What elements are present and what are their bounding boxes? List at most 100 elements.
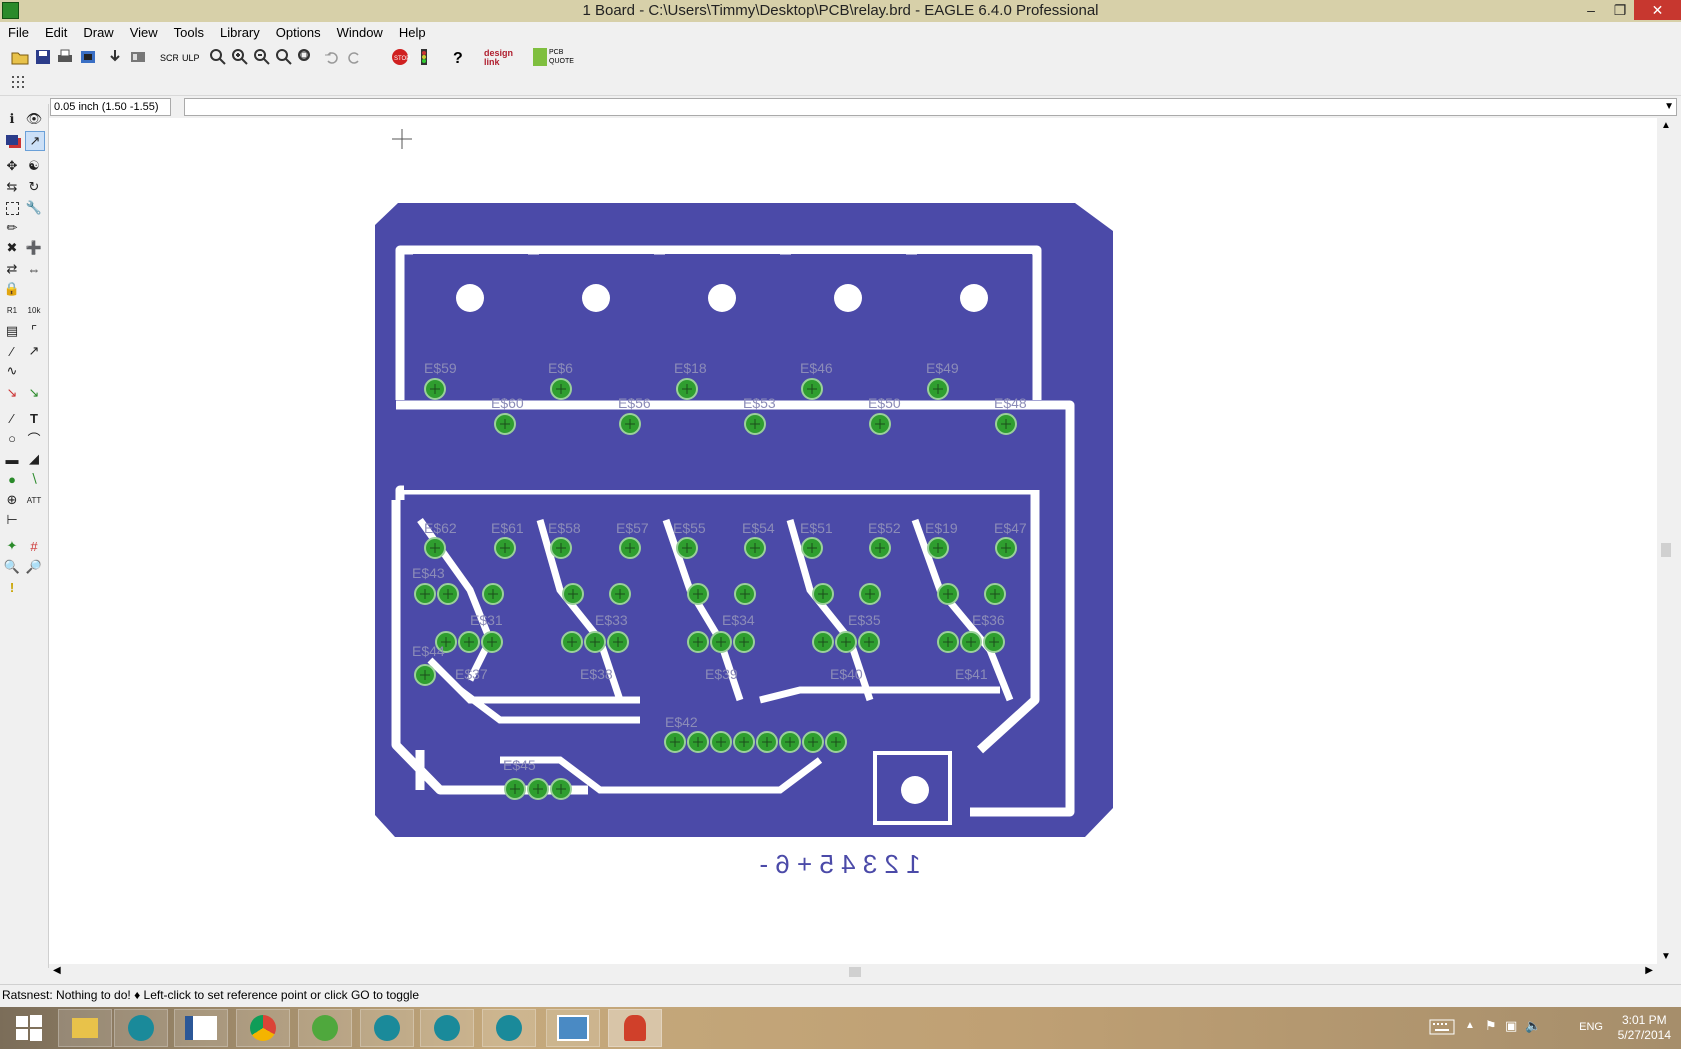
value-icon[interactable]: 10k: [25, 301, 43, 319]
text-icon[interactable]: T: [25, 409, 43, 427]
via-icon[interactable]: ●: [3, 470, 21, 488]
redo-icon[interactable]: [344, 47, 364, 67]
route-icon[interactable]: ↘: [3, 384, 21, 402]
circle-icon[interactable]: ○: [3, 429, 21, 447]
vertical-scroll-thumb[interactable]: [1661, 543, 1671, 557]
eagle-icon[interactable]: [608, 1009, 662, 1047]
add-icon[interactable]: ➕: [25, 239, 43, 257]
ratsnest-icon[interactable]: ✦: [3, 537, 21, 555]
language-indicator[interactable]: ENG: [1579, 1021, 1603, 1033]
ripup-icon[interactable]: ↘: [25, 384, 43, 402]
rotate-icon[interactable]: ↻: [25, 178, 43, 196]
arduino-icon-4[interactable]: [482, 1009, 536, 1047]
copy-icon[interactable]: ☯: [25, 157, 43, 175]
scroll-down-icon[interactable]: ▼: [1661, 951, 1671, 962]
photos-icon[interactable]: [546, 1009, 600, 1047]
scroll-up-icon[interactable]: ▲: [1661, 120, 1671, 131]
name-icon[interactable]: R1: [3, 301, 21, 319]
chevron-down-icon[interactable]: ▼: [1664, 99, 1674, 115]
autorouter-icon[interactable]: #: [25, 537, 43, 555]
close-button[interactable]: ✕: [1634, 0, 1681, 20]
move-icon[interactable]: ✥: [3, 157, 21, 175]
display-layers-icon[interactable]: [3, 131, 21, 149]
open-icon[interactable]: [10, 47, 30, 67]
restore-button[interactable]: ❐: [1606, 0, 1634, 20]
print-icon[interactable]: [55, 47, 75, 67]
minimize-button[interactable]: –: [1576, 0, 1606, 20]
delete-icon[interactable]: ✖: [3, 239, 21, 257]
notes-icon[interactable]: [174, 1009, 228, 1047]
paste-icon[interactable]: ✏: [3, 219, 21, 237]
menu-options[interactable]: Options: [268, 22, 329, 43]
script-icon[interactable]: SCR: [158, 47, 178, 67]
scroll-left-icon[interactable]: ◀: [53, 965, 61, 976]
start-button[interactable]: [2, 1009, 56, 1047]
command-line-input[interactable]: ▼: [184, 98, 1677, 116]
ulp-icon[interactable]: [128, 47, 148, 67]
mark-icon[interactable]: ↗: [25, 131, 45, 151]
optimize-icon[interactable]: ↗: [25, 342, 43, 360]
stop-icon[interactable]: STOP: [390, 47, 410, 67]
cam-icon[interactable]: [78, 47, 98, 67]
help-icon[interactable]: ?: [448, 47, 468, 67]
menu-draw[interactable]: Draw: [75, 22, 121, 43]
undo-icon[interactable]: [322, 47, 342, 67]
network-icon[interactable]: ▣: [1505, 1018, 1517, 1034]
flag-icon[interactable]: ⚑: [1485, 1018, 1497, 1034]
volume-icon[interactable]: 🔈: [1525, 1018, 1541, 1034]
zoom-out-icon[interactable]: [252, 47, 272, 67]
go-icon[interactable]: [414, 47, 434, 67]
split-icon[interactable]: ∕: [3, 342, 21, 360]
erc-icon[interactable]: !: [3, 578, 21, 596]
zoom-redraw-icon[interactable]: [274, 47, 294, 67]
save-icon[interactable]: [33, 47, 53, 67]
attribute-icon[interactable]: ATT: [25, 491, 43, 509]
design-link-icon[interactable]: design link: [484, 49, 526, 67]
wire-icon[interactable]: ∕: [3, 409, 21, 427]
replace-icon[interactable]: ⇄: [3, 260, 21, 278]
board-canvas[interactable]: E$59 E$6 E$18 E$46 E$49 E$60 E$56 E$53 E…: [49, 118, 1657, 964]
horizontal-scrollbar[interactable]: ◀ ▶: [49, 964, 1657, 980]
lock-icon[interactable]: 🔒: [3, 280, 21, 298]
ulp-run-icon[interactable]: ULP: [180, 47, 200, 67]
mirror-icon[interactable]: ⇆: [3, 178, 21, 196]
rect-icon[interactable]: ▬: [3, 450, 21, 468]
horizontal-scroll-thumb[interactable]: [849, 967, 861, 977]
arduino-icon-3[interactable]: [420, 1009, 474, 1047]
change-icon[interactable]: 🔧: [25, 199, 43, 217]
zoom-select-icon[interactable]: [296, 47, 316, 67]
meander-icon[interactable]: ∿: [3, 362, 21, 380]
utorrent-icon[interactable]: [298, 1009, 352, 1047]
menu-edit[interactable]: Edit: [37, 22, 75, 43]
hole-icon[interactable]: ⊕: [3, 491, 21, 509]
menu-file[interactable]: File: [0, 22, 37, 43]
grid-icon[interactable]: [10, 74, 28, 92]
pinswap-icon[interactable]: ⇔: [25, 260, 43, 278]
pcb-quote-icon[interactable]: PCB QUOTE: [533, 48, 589, 66]
info-icon[interactable]: ℹ: [3, 110, 21, 128]
miter-icon[interactable]: ⌜: [25, 322, 43, 340]
menu-library[interactable]: Library: [212, 22, 268, 43]
group-icon[interactable]: [3, 199, 21, 217]
zoom-in-icon[interactable]: [230, 47, 250, 67]
show-icon[interactable]: 👁: [25, 110, 43, 128]
arduino-icon-2[interactable]: [360, 1009, 414, 1047]
show-hidden-icon[interactable]: ▲: [1465, 1020, 1475, 1031]
menu-help[interactable]: Help: [391, 22, 434, 43]
dimension-icon[interactable]: ⊢: [3, 511, 21, 529]
arc-icon[interactable]: ⌒: [25, 429, 43, 447]
zoom-fit-icon[interactable]: [208, 47, 228, 67]
errors-icon[interactable]: 🔎: [25, 558, 43, 576]
menu-view[interactable]: View: [122, 22, 166, 43]
menu-window[interactable]: Window: [329, 22, 391, 43]
clock[interactable]: 3:01 PM 5/27/2014: [1618, 1013, 1671, 1043]
smash-icon[interactable]: ▤: [3, 322, 21, 340]
export-icon[interactable]: [105, 47, 125, 67]
file-explorer-icon[interactable]: [58, 1009, 112, 1047]
vertical-scrollbar[interactable]: ▲ ▼: [1657, 118, 1675, 964]
keyboard-icon[interactable]: [1429, 1019, 1455, 1035]
signal-icon[interactable]: ∖: [25, 470, 43, 488]
polygon-icon[interactable]: ◢: [25, 450, 43, 468]
chrome-icon[interactable]: [236, 1009, 290, 1047]
arduino-icon[interactable]: [114, 1009, 168, 1047]
